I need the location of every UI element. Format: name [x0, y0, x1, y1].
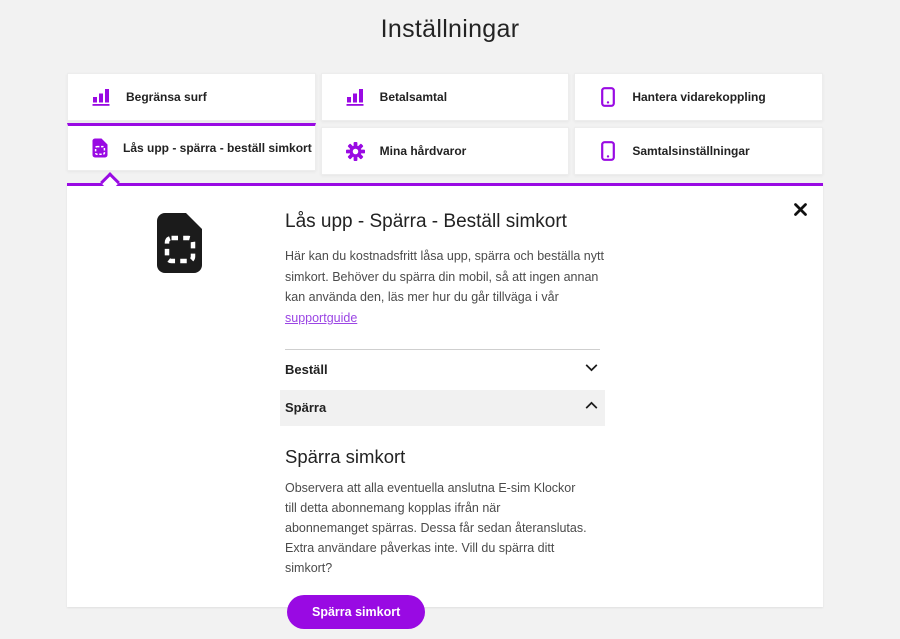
sparra-section: Spärra simkort Observera att alla eventu…	[285, 426, 600, 639]
settings-panel: Lås upp - Spärra - Beställ simkort Här k…	[67, 183, 823, 607]
accordion: Beställ Spärra Spärra simkort Observera …	[285, 349, 600, 639]
accordion-item-bestall[interactable]: Beställ	[285, 350, 600, 390]
panel-content: Lås upp - Spärra - Beställ simkort Här k…	[67, 186, 602, 639]
tab-label: Hantera vidarekoppling	[632, 90, 765, 104]
accordion-item-sparra[interactable]: Spärra	[280, 390, 605, 426]
settings-tab-grid: Begränsa surf Betalsamtal Hantera vidare…	[67, 73, 823, 175]
bar-chart-icon	[346, 88, 365, 106]
tab-mina-hardvaror[interactable]: Mina hårdvaror	[321, 127, 570, 175]
panel-heading: Lås upp - Spärra - Beställ simkort	[285, 211, 602, 233]
section-heading: Spärra simkort	[285, 446, 600, 468]
intro-text: Här kan du kostnadsfritt låsa upp, spärr…	[285, 246, 605, 329]
tab-label: Lås upp - spärra - beställ simkort	[123, 141, 312, 155]
sim-card-icon	[92, 138, 108, 158]
accordion-label: Spärra	[285, 400, 326, 415]
tab-las-upp-sparra-bestall-simkort[interactable]: Lås upp - spärra - beställ simkort	[67, 123, 316, 171]
tab-betalsamtal[interactable]: Betalsamtal	[321, 73, 570, 121]
tab-label: Begränsa surf	[126, 90, 207, 104]
tab-begransa-surf[interactable]: Begränsa surf	[67, 73, 316, 121]
tab-label: Samtalsinställningar	[632, 144, 749, 158]
mobile-phone-icon	[599, 141, 617, 161]
tab-samtalsinstallningar[interactable]: Samtalsinställningar	[574, 127, 823, 175]
chevron-up-icon	[583, 397, 600, 419]
mobile-phone-icon	[599, 87, 617, 107]
section-body: Observera att alla eventuella anslutna E…	[285, 478, 587, 578]
page-title: Inställningar	[0, 0, 900, 44]
tab-label: Betalsamtal	[380, 90, 447, 104]
chevron-down-icon	[583, 359, 600, 381]
bar-chart-icon	[92, 88, 111, 106]
accordion-label: Beställ	[285, 362, 328, 377]
sparra-simkort-button[interactable]: Spärra simkort	[287, 595, 425, 629]
close-icon[interactable]	[789, 198, 811, 220]
tab-label: Mina hårdvaror	[380, 144, 467, 158]
supportguide-link[interactable]: supportguide	[285, 311, 357, 325]
sim-card-illustration	[155, 212, 205, 279]
gear-icon	[346, 142, 365, 161]
intro-text-body: Här kan du kostnadsfritt låsa upp, spärr…	[285, 249, 604, 304]
tab-hantera-vidarekoppling[interactable]: Hantera vidarekoppling	[574, 73, 823, 121]
